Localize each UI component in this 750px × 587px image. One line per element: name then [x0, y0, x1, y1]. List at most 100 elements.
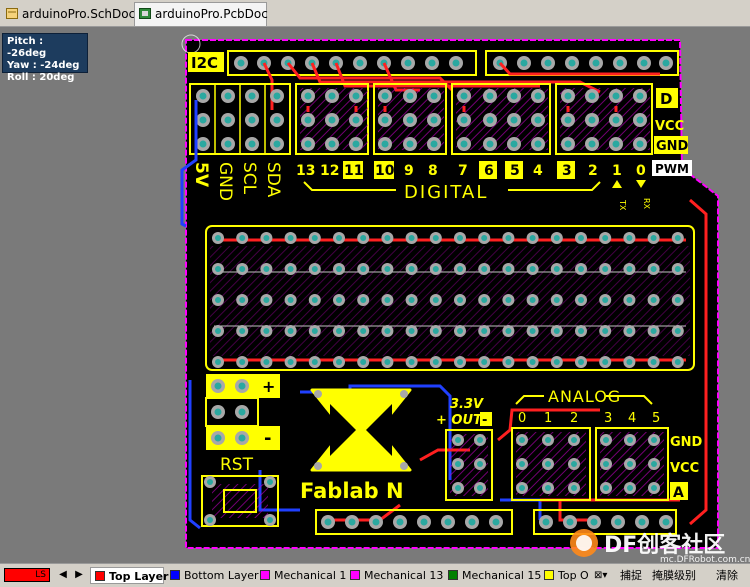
grid-pad: [599, 356, 612, 368]
rst-label: RST: [220, 455, 254, 475]
analog-pad: [516, 434, 528, 446]
layer-swatch-icon: [448, 570, 458, 580]
bottom-pad: [611, 515, 625, 529]
layer-tab-top-overlay[interactable]: Top O: [540, 567, 594, 584]
grid-pad: [575, 325, 587, 337]
grid-pad: [381, 325, 394, 337]
grid-pad: [454, 232, 466, 244]
grid-pad: [405, 263, 418, 275]
analog-pad: [648, 434, 660, 446]
pin-8: 8: [428, 163, 438, 179]
bottom-pad: [345, 515, 359, 529]
layer-prev-icon[interactable]: ◀: [56, 568, 70, 582]
grid-pad: [671, 263, 684, 275]
grid-pad: [502, 356, 515, 368]
grid-pad: [478, 232, 491, 244]
grid-pad: [550, 263, 563, 275]
layer-next-icon[interactable]: ▶: [72, 568, 86, 582]
layer-menu-icon[interactable]: ⊠▾: [594, 567, 616, 584]
grid-pad: [429, 325, 442, 337]
grid-pad: [647, 232, 660, 244]
layer-tab-top-layer[interactable]: Top Layer: [90, 567, 168, 584]
view-orientation-hud: Pitch : -26deg Yaw : -24deg Roll : 20deg: [2, 33, 88, 83]
label-5v: 5V: [191, 162, 211, 188]
grid-pad: [429, 294, 442, 306]
clear-button[interactable]: 清除: [716, 567, 738, 584]
analog-pad: [600, 482, 612, 494]
grid-pad: [212, 294, 224, 306]
grid-pad: [550, 294, 563, 306]
analog-pin-1: 1: [544, 411, 552, 426]
grid-pad: [212, 232, 224, 244]
bottom-pad: [465, 515, 479, 529]
grid-pad: [357, 325, 370, 337]
analog-pad: [648, 458, 660, 470]
grid-pad: [575, 263, 587, 275]
grid-pad: [526, 263, 539, 275]
pin-6: 6: [484, 163, 494, 179]
analog-pad: [624, 434, 636, 446]
layer-tab-mechanical-13[interactable]: Mechanical 13: [346, 567, 443, 584]
bottom-pad: [489, 515, 503, 529]
analog-gnd: GND: [670, 435, 703, 450]
grid-pad: [381, 356, 394, 368]
layer-tab-bottom-layer[interactable]: Bottom Layer: [166, 567, 259, 584]
analog-pad: [624, 482, 636, 494]
pin-13: 13: [296, 163, 315, 179]
grid-pad: [381, 263, 394, 275]
i2c-header-block: [189, 83, 291, 155]
grid-pad: [260, 325, 273, 337]
grid-pad: [671, 356, 684, 368]
watermark-url: mc.DFRobot.com.cn: [660, 555, 750, 563]
analog-pin-5: 5: [652, 411, 660, 426]
grid-pad: [599, 263, 612, 275]
grid-pad: [308, 356, 321, 368]
mask-level-button[interactable]: 掩膜级别: [652, 567, 696, 584]
grid-pad: [526, 294, 539, 306]
grid-pad: [357, 263, 370, 275]
yaw-readout: Yaw : -24deg: [7, 60, 80, 71]
grid-pad: [550, 325, 563, 337]
grid-pad: [381, 294, 394, 306]
grid-pad: [212, 356, 224, 368]
grid-pad: [284, 263, 297, 275]
label-gnd: GND: [215, 162, 235, 201]
grid-pad: [236, 263, 249, 275]
row-label-d: D: [660, 90, 672, 108]
grid-pad: [526, 325, 539, 337]
grid-pad: [502, 232, 515, 244]
grid-pad: [429, 232, 442, 244]
pcb-board-view[interactable]: I2C D VCC GND PWM 13 12 11 10 9 8 7 6 5 …: [0, 0, 750, 563]
i2c-label: I2C: [191, 54, 218, 72]
pin-3: 3: [562, 163, 572, 179]
grid-pad: [236, 356, 249, 368]
layer-tab-mechanical-1[interactable]: Mechanical 1: [256, 567, 346, 584]
grid-pad: [502, 294, 515, 306]
grid-pad: [478, 294, 491, 306]
digital-label: DIGITAL: [404, 182, 488, 203]
snap-button[interactable]: 捕捉: [620, 567, 642, 584]
grid-pad: [454, 294, 466, 306]
analog-pad: [542, 482, 554, 494]
analog-pad: [516, 482, 528, 494]
analog-pad: [568, 482, 580, 494]
grid-pad: [357, 232, 370, 244]
bottom-pad: [587, 515, 601, 529]
pin-0: 0: [636, 163, 646, 179]
bottom-pad: [659, 515, 673, 529]
grid-pad: [260, 263, 273, 275]
pin-1: 1: [612, 163, 622, 179]
grid-pad: [575, 294, 587, 306]
roll-readout: Roll : 20deg: [7, 72, 75, 83]
layer-tab-mechanical-15[interactable]: Mechanical 15: [444, 567, 541, 584]
analog-pad: [568, 434, 580, 446]
prototype-grid: [205, 225, 695, 371]
grid-pad: [260, 232, 273, 244]
current-layer-swatch[interactable]: LS: [4, 568, 50, 582]
grid-pad: [405, 232, 418, 244]
pin-4: 4: [533, 163, 543, 179]
layer-swatch-icon: [260, 570, 270, 580]
grid-pad: [478, 356, 491, 368]
grid-pad: [260, 356, 273, 368]
grid-pad: [333, 294, 345, 306]
